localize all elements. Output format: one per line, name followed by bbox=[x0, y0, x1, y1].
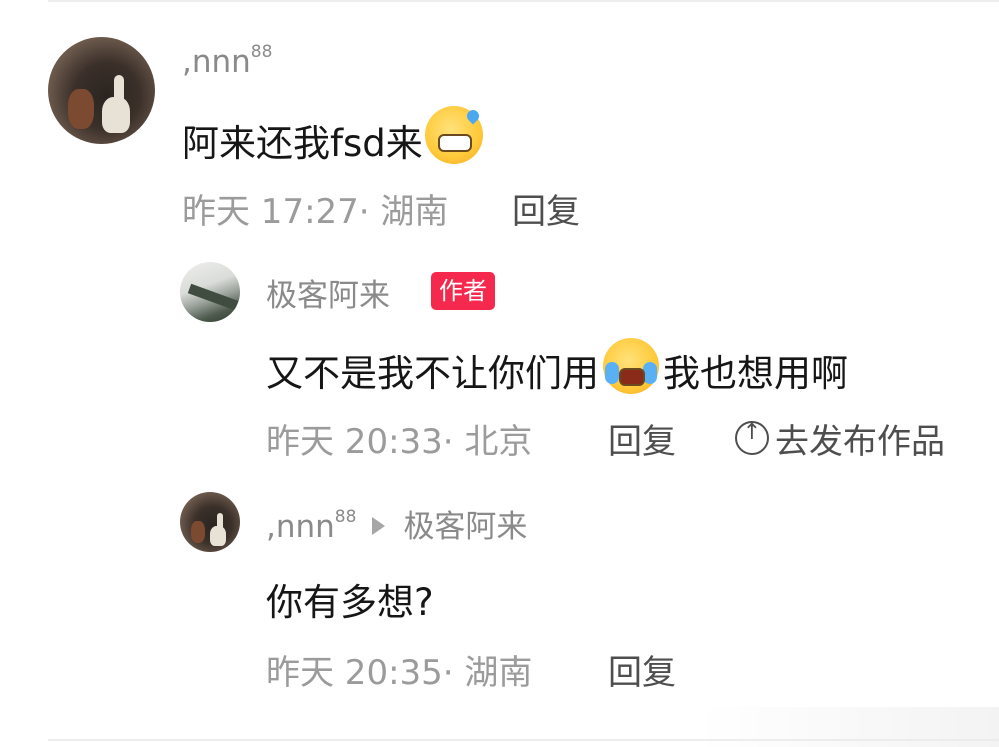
publish-work-button[interactable]: 去发布作品 bbox=[735, 414, 945, 463]
commenter-name[interactable]: ,nnn88 极客阿来 bbox=[266, 501, 527, 546]
comment-meta: 昨天 20:33· 北京 bbox=[266, 422, 533, 462]
comment-meta: 昨天 17:27· 湖南 bbox=[182, 192, 449, 232]
commenter-name-text: ,nnn bbox=[266, 509, 335, 545]
comment-text: 你有多想? bbox=[266, 581, 434, 624]
publish-work-label: 去发布作品 bbox=[775, 422, 945, 462]
commenter-name[interactable]: ,nnn88 bbox=[182, 41, 273, 80]
reply-to-name[interactable]: 极客阿来 bbox=[403, 509, 527, 545]
comment-text: 又不是我不让你们用 我也想用啊 bbox=[266, 338, 848, 397]
triangle-right-icon bbox=[372, 517, 386, 535]
grinning-sweat-emoji-icon bbox=[424, 106, 483, 164]
reply-button[interactable]: 回复 bbox=[608, 414, 676, 463]
avatar[interactable] bbox=[180, 262, 240, 322]
commenter-name-sup: 88 bbox=[334, 506, 357, 527]
author-name[interactable]: 极客阿来 bbox=[266, 270, 390, 315]
commenter-name-text: ,nnn bbox=[182, 44, 251, 80]
reply-button[interactable]: 回复 bbox=[512, 184, 580, 233]
comment-text-part1: 又不是我不让你们用 bbox=[266, 352, 599, 395]
comment-text-part2: 我也想用啊 bbox=[663, 352, 848, 395]
comment-text: 阿来还我fsd来 bbox=[182, 106, 483, 167]
bottom-fade bbox=[699, 707, 999, 747]
commenter-name-sup: 88 bbox=[250, 41, 273, 62]
crying-laughing-emoji-icon bbox=[603, 338, 659, 394]
comment-text-body: 阿来还我fsd来 bbox=[182, 122, 423, 165]
top-divider bbox=[48, 0, 999, 2]
avatar[interactable] bbox=[48, 37, 155, 144]
circle-up-arrow-icon bbox=[735, 420, 769, 455]
author-badge: 作者 bbox=[431, 272, 495, 310]
reply-button[interactable]: 回复 bbox=[608, 645, 676, 694]
avatar[interactable] bbox=[180, 492, 240, 552]
comment-meta: 昨天 20:35· 湖南 bbox=[266, 653, 533, 693]
